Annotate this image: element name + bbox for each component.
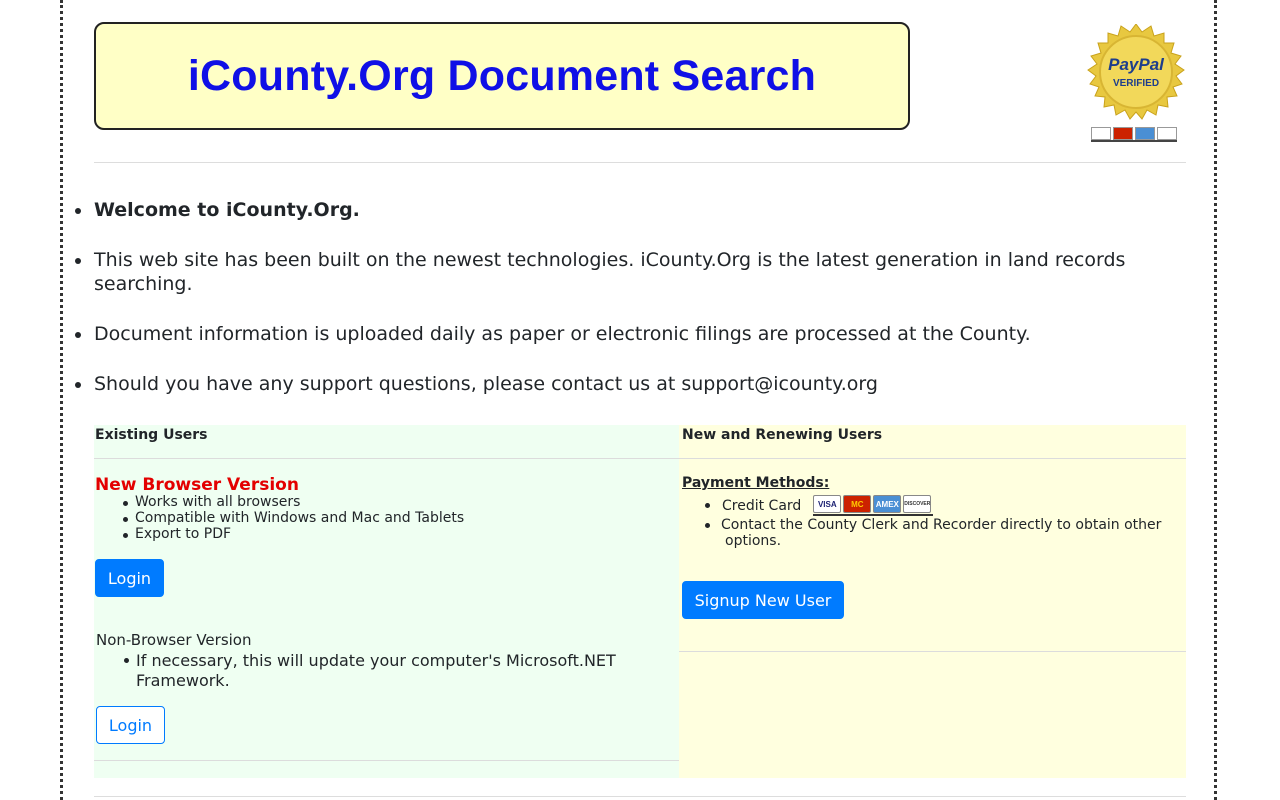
discover-card-icon: DISCOVER	[903, 495, 932, 513]
visa-card-icon: VISA	[813, 495, 842, 513]
header-banner: iCounty.Org Document Search	[94, 22, 910, 130]
panel-divider	[94, 760, 679, 761]
contact-clerk-row: Contact the County Clerk and Recorder di…	[705, 517, 1185, 549]
new-renewing-heading: New and Renewing Users	[682, 427, 883, 443]
new-renewing-users-panel: New and Renewing Users Payment Methods: …	[679, 425, 1186, 778]
visa-mini-icon	[1091, 127, 1111, 140]
new-version-features: Works with all browsers Compatible with …	[122, 494, 465, 542]
panel-divider	[679, 651, 1186, 652]
seal-cards	[1091, 127, 1177, 142]
intro-item: Should you have any support questions, p…	[75, 372, 1186, 396]
non-browser-version-title: Non-Browser Version	[96, 631, 252, 649]
login-button-browser[interactable]: Login	[95, 559, 164, 597]
panel-divider	[679, 458, 1186, 459]
seal-line1: PayPal	[1108, 55, 1165, 74]
existing-users-panel: Existing Users New Browser Version Works…	[94, 425, 679, 778]
panel-divider	[94, 458, 679, 459]
seal-line2: VERIFIED	[1113, 78, 1159, 89]
paypal-verified-seal-icon[interactable]: PayPal VERIFIED	[1086, 24, 1186, 124]
credit-card-row: Credit Card VISA MC AMEX DISCOVER	[705, 495, 934, 516]
feature-item: Compatible with Windows and Mac and Tabl…	[122, 510, 465, 526]
divider	[94, 796, 1186, 797]
feature-item: If necessary, this will update your comp…	[124, 651, 666, 691]
feature-item: Export to PDF	[122, 526, 464, 542]
intro-item: Welcome to iCounty.Org.	[75, 198, 1186, 222]
amex-card-icon: AMEX	[873, 495, 902, 513]
mastercard-mini-icon	[1113, 127, 1133, 140]
contact-clerk-text: Contact the County Clerk and Recorder di…	[721, 517, 1162, 549]
intro-item: Document information is uploaded daily a…	[75, 322, 1186, 346]
intro-item: This web site has been built on the newe…	[75, 248, 1186, 296]
non-browser-features: If necessary, this will update your comp…	[124, 651, 666, 691]
page-title: iCounty.Org Document Search	[187, 51, 817, 100]
bullet	[705, 523, 710, 528]
intro-list: Welcome to iCounty.Org. This web site ha…	[75, 198, 1186, 422]
feature-item: Works with all browsers	[122, 494, 464, 510]
new-browser-version-title: New Browser Version	[95, 475, 299, 495]
existing-users-heading: Existing Users	[95, 427, 208, 443]
divider	[94, 162, 1186, 163]
mastercard-card-icon: MC	[843, 495, 872, 513]
payment-methods-heading: Payment Methods:	[682, 475, 830, 491]
card-logos: VISA MC AMEX DISCOVER	[813, 495, 934, 516]
login-button-non-browser[interactable]: Login	[96, 706, 165, 744]
discover-mini-icon	[1157, 127, 1177, 140]
signup-new-user-button[interactable]: Signup New User	[682, 581, 844, 619]
amex-mini-icon	[1135, 127, 1155, 140]
bullet	[705, 503, 710, 508]
credit-card-label: Credit Card	[722, 497, 802, 514]
